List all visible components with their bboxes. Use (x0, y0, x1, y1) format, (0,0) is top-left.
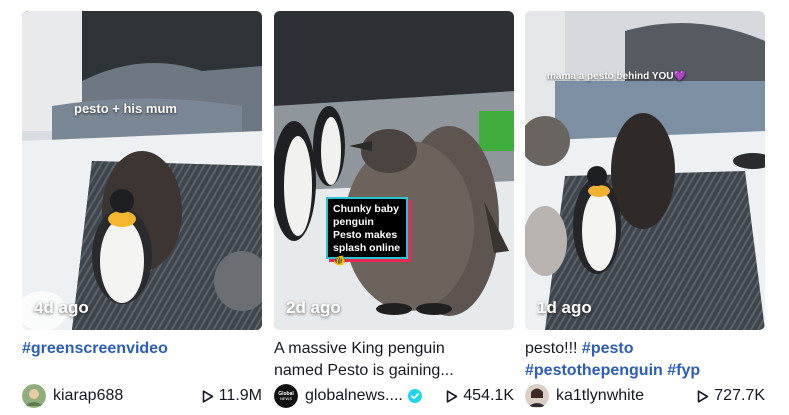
play-icon (446, 389, 458, 403)
avatar[interactable]: Global NEWS (274, 384, 298, 408)
view-count-value: 727.7K (714, 387, 765, 404)
video-thumbnail[interactable]: mama a pesto behind YOU💜 1d ago (525, 11, 765, 330)
svg-text:NEWS: NEWS (280, 396, 292, 401)
hashtag-link[interactable]: #pesto (582, 340, 634, 357)
video-overlay-text: mama a pesto behind YOU💜 (547, 71, 686, 82)
video-caption: #greenscreenvideo (22, 338, 262, 360)
hashtag-link[interactable]: #greenscreenvideo (22, 340, 168, 357)
posted-time: 4d ago (34, 298, 89, 317)
video-card[interactable]: pesto + his mum 4d ago #greenscreenvideo… (22, 11, 262, 415)
view-count-value: 11.9M (218, 387, 262, 404)
news-headline-overlay: Chunky baby penguin Pesto makes splash o… (326, 197, 408, 267)
play-icon (202, 389, 214, 403)
video-card[interactable]: mama a pesto behind YOU💜 1d ago pesto!!!… (525, 11, 765, 415)
video-overlay-text: pesto + his mum (74, 101, 177, 116)
video-meta: kiarap688 11.9M (22, 383, 262, 409)
caption-text: pesto!!! (525, 340, 582, 357)
hashtag-link[interactable]: #pestothepenguin (525, 362, 663, 379)
video-thumbnail[interactable]: Chunky baby penguin Pesto makes splash o… (274, 11, 514, 330)
play-icon (697, 389, 709, 403)
video-thumbnail[interactable]: pesto + his mum 4d ago (22, 11, 262, 330)
caption-line: named Pesto is gaining... (274, 362, 454, 379)
view-count-value: 454.1K (463, 387, 514, 404)
video-caption: pesto!!! #pesto #pestothepenguin #fyp (525, 338, 765, 382)
thumbnail-image (274, 11, 514, 330)
posted-time: 1d ago (537, 298, 592, 317)
author-username[interactable]: ka1tlynwhite (556, 387, 644, 405)
video-meta: ka1tlynwhite 727.7K (525, 383, 765, 409)
avatar[interactable] (525, 384, 549, 408)
video-card[interactable]: Chunky baby penguin Pesto makes splash o… (274, 11, 514, 415)
video-caption: A massive King penguin named Pesto is ga… (274, 338, 514, 382)
caption-line: A massive King penguin (274, 340, 445, 357)
thumbnail-image (525, 11, 765, 330)
video-meta: Global NEWS globalnews.... 454.1K (274, 383, 514, 409)
view-count: 454.1K (446, 387, 514, 405)
hashtag-link[interactable]: #fyp (667, 362, 700, 379)
verified-badge-icon (407, 389, 422, 403)
view-count: 727.7K (697, 387, 765, 405)
author-username[interactable]: kiarap688 (53, 387, 123, 405)
view-count: 11.9M (202, 387, 262, 405)
avatar[interactable] (22, 384, 46, 408)
author-username[interactable]: globalnews.... (305, 387, 403, 405)
thumbnail-image (22, 11, 262, 330)
posted-time: 2d ago (286, 298, 341, 317)
